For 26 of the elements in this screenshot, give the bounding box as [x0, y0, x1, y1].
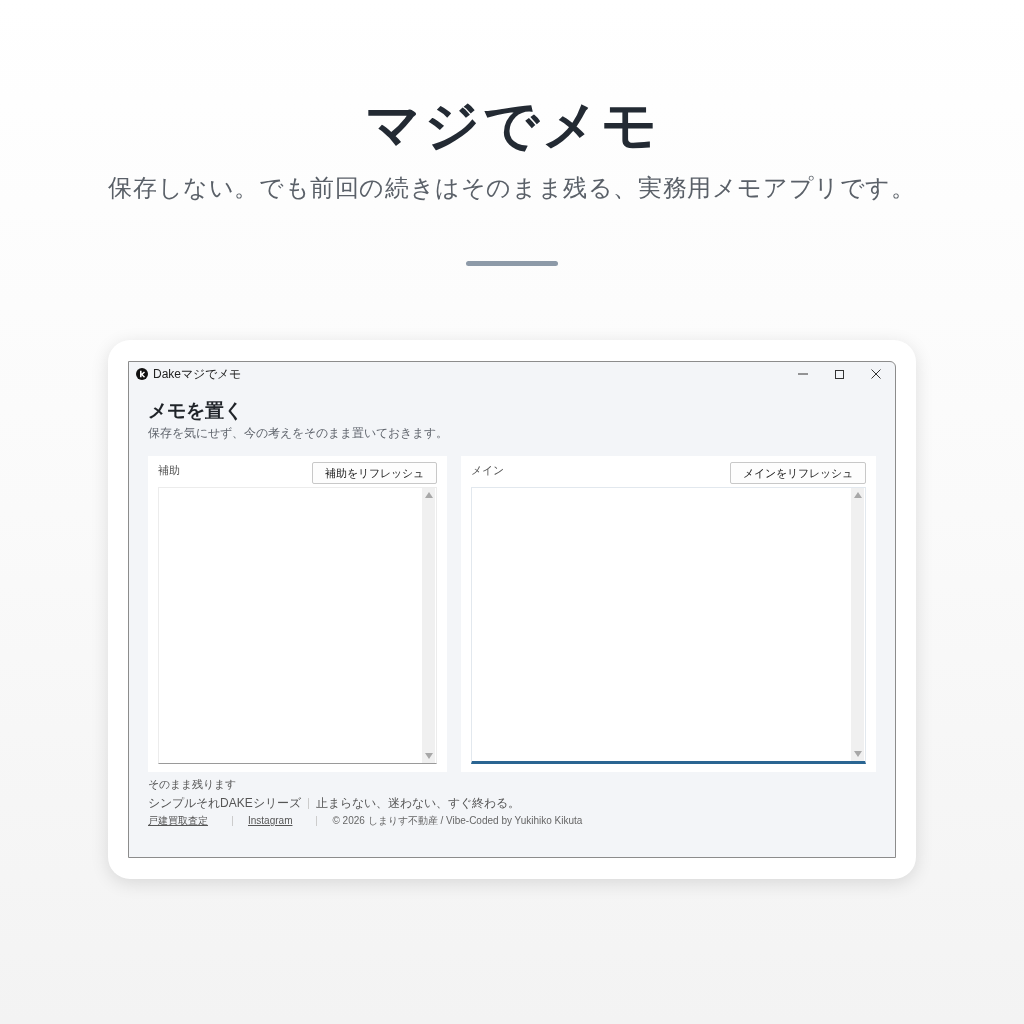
maximize-icon[interactable]	[835, 369, 844, 379]
scroll-down-icon[interactable]	[853, 751, 862, 757]
refresh-button[interactable]: メインをリフレッシュ	[730, 462, 866, 484]
app-description: 保存を気にせず、今の考えをそのまま置いておきます。	[148, 425, 449, 441]
scrollbar[interactable]	[422, 488, 435, 763]
tagline: 止まらない、迷わない、すぐ終わる。	[315, 796, 520, 811]
memo-text-area[interactable]	[471, 487, 866, 764]
scrollbar[interactable]	[851, 488, 864, 761]
memo-text-area[interactable]	[158, 487, 437, 764]
refresh-button[interactable]: 補助をリフレッシュ	[312, 462, 437, 484]
window-title: Dakeマジでメモ	[153, 366, 241, 382]
app-logo-icon	[136, 368, 148, 380]
pane-label: 補助	[158, 463, 180, 477]
close-icon[interactable]	[871, 369, 881, 379]
series-name: シンプルそれDAKEシリーズ	[148, 796, 301, 811]
scroll-up-icon[interactable]	[853, 492, 862, 498]
footer-link[interactable]: 戸建買取査定	[148, 814, 208, 827]
page-subtitle: 保存しない。でも前回の続きはそのまま残る、実務用メモアプリです。	[108, 173, 916, 203]
copyright-text: © 2026 しまりす不動産 / Vibe-Coded by Yukihiko Kikuta	[332, 814, 583, 827]
scroll-up-icon[interactable]	[424, 492, 433, 498]
pane-label: メイン	[471, 463, 504, 477]
app-heading: メモを置く	[148, 399, 244, 423]
scroll-down-icon[interactable]	[424, 753, 433, 759]
page-title: マジでメモ	[364, 95, 660, 155]
status-text: そのまま残ります	[148, 777, 237, 791]
footer-link[interactable]: Instagram	[248, 814, 293, 827]
